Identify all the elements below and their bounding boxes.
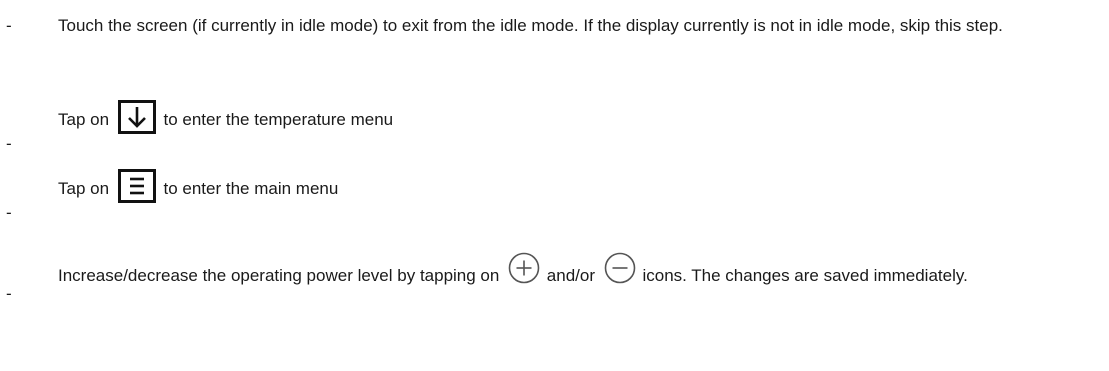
step-4-text: Increase/decrease the operating power le… [58, 252, 1093, 288]
step-4-after: icons. The changes are saved immediately… [637, 266, 968, 285]
step-4-before: Increase/decrease the operating power le… [58, 266, 505, 285]
bullet-dash: - [6, 203, 12, 222]
step-3-before: Tap on [58, 179, 114, 198]
step-2-text: Tap on to enter the temperature menu [58, 100, 1093, 134]
step-2-before: Tap on [58, 110, 114, 129]
bullet-dash: - [6, 284, 12, 303]
step-3-after: to enter the main menu [158, 179, 339, 198]
bullet-dash: - [6, 16, 12, 35]
arrow-down-box-icon [117, 100, 156, 134]
step-3-text: Tap on to enter the main menu [58, 169, 1093, 203]
minus-circle-icon [604, 252, 636, 284]
menu-box-icon [117, 169, 156, 203]
step-1-text: Touch the screen (if currently in idle m… [58, 16, 1003, 35]
step-2-after: to enter the temperature menu [158, 110, 394, 129]
plus-circle-icon [508, 252, 540, 284]
step-4-middle: and/or [542, 266, 600, 285]
bullet-dash: - [6, 134, 12, 153]
